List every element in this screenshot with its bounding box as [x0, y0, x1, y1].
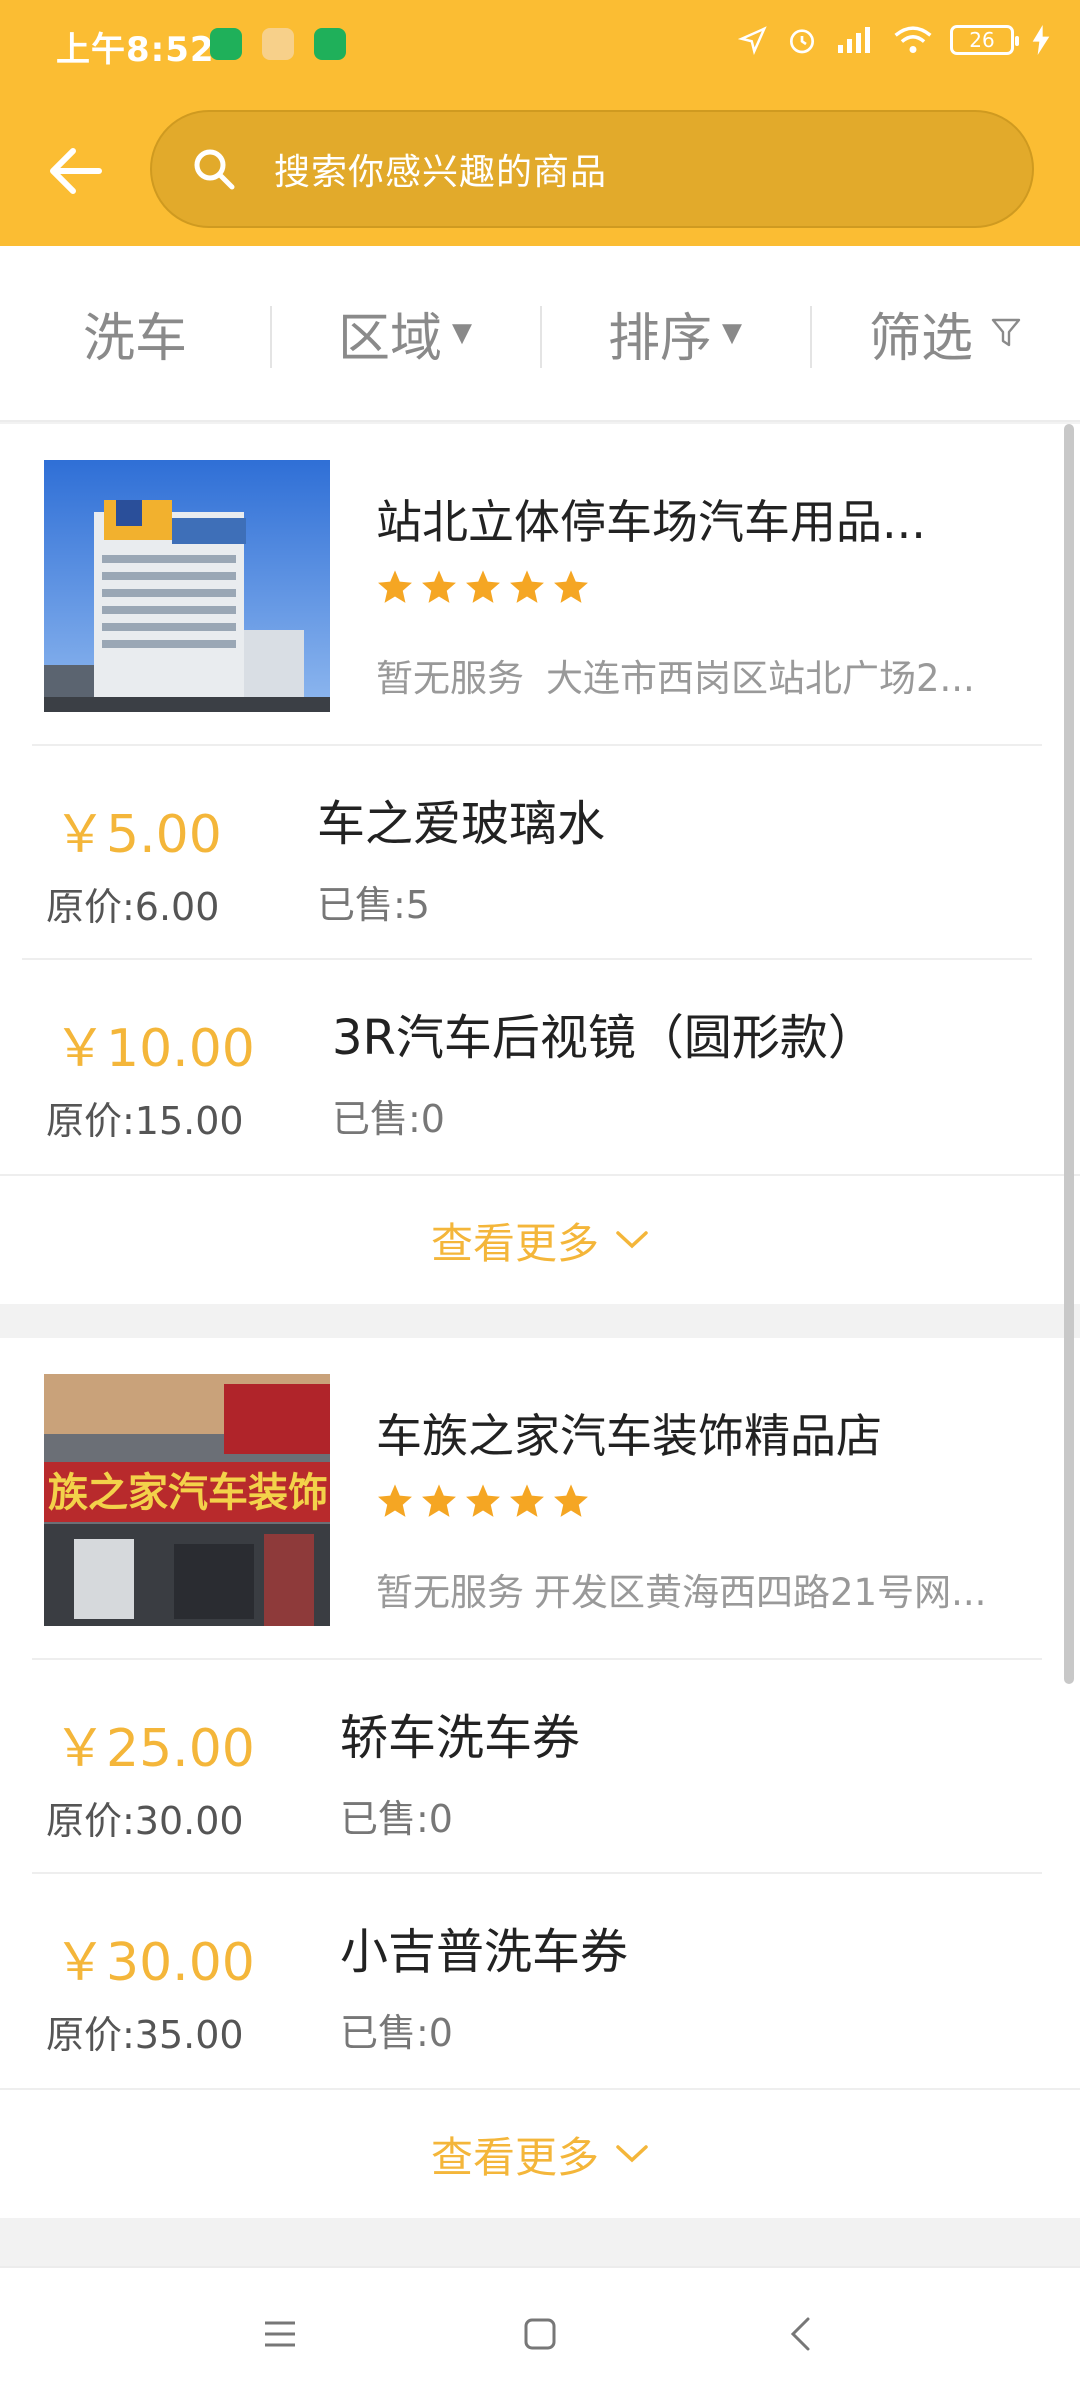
location-icon: [738, 26, 767, 55]
phone-notification-icon: [314, 28, 346, 60]
filter-bar: 洗车 区域 ▼ 排序 ▼ 筛选: [0, 246, 1080, 422]
filter-category-label: 洗车: [82, 308, 187, 369]
view-more-label: 查看更多: [430, 1218, 599, 1268]
shop-service-status: 暂无服务: [376, 1571, 524, 1614]
shop-photo: 族之家汽车装饰: [44, 1374, 330, 1626]
shop-service-status: 暂无服务: [376, 657, 524, 700]
product-name: 小吉普洗车券: [340, 1924, 629, 1980]
home-square-icon: [524, 2318, 556, 2350]
filter-category[interactable]: 洗车: [0, 246, 270, 420]
star-icon: [510, 570, 544, 603]
home-button[interactable]: [510, 2304, 570, 2364]
charging-icon: [1032, 25, 1050, 55]
shop-rating: [376, 1482, 590, 1520]
shop-photo: [44, 460, 330, 712]
nav-back-button[interactable]: [770, 2304, 830, 2364]
shop-name: 车族之家汽车装饰精品店: [376, 1409, 882, 1463]
shop-address-text: 开发区黄海西四路21号网...: [534, 1571, 987, 1614]
star-icon: [466, 1484, 500, 1517]
star-icon: [378, 570, 412, 603]
star-icon: [510, 1484, 544, 1517]
menu-icon: [265, 2321, 295, 2347]
app-header: 上午8:52 26 搜索你感兴趣的商品: [0, 0, 1080, 246]
shop-header[interactable]: 站北立体停车场汽车用品... 暂无服务 大连市西岗区站北广场2...: [0, 424, 1080, 742]
caret-down-icon: ▼: [452, 318, 472, 348]
star-icon: [378, 1484, 412, 1517]
product-price: ￥5.00: [54, 805, 222, 865]
status-bar: 上午8:52 26: [0, 0, 1080, 92]
product-price: ￥10.00: [54, 1019, 255, 1079]
back-arrow-icon: [50, 148, 102, 194]
system-nav-bar: [0, 2266, 1080, 2400]
product-original-price: 原价:15.00: [46, 1099, 244, 1143]
product-sold-count: 已售:0: [332, 1097, 445, 1141]
caret-down-icon: ▼: [722, 318, 742, 348]
product-sold-count: 已售:0: [340, 2011, 453, 2055]
search-placeholder: 搜索你感兴趣的商品: [274, 152, 608, 193]
shop-card: 站北立体停车场汽车用品... 暂无服务 大连市西岗区站北广场2... ￥5.00 …: [0, 424, 1080, 1304]
star-icon: [554, 1484, 588, 1517]
product-name: 车之爱玻璃水: [317, 796, 606, 852]
product-original-price: 原价:30.00: [46, 1799, 244, 1843]
filter-options-label: 筛选: [868, 308, 973, 369]
product-original-price: 原价:6.00: [46, 885, 220, 929]
product-sold-count: 已售:0: [340, 1797, 453, 1841]
shop-sign-text: 族之家汽车装饰: [48, 1470, 328, 1516]
scrollbar[interactable]: [1064, 424, 1074, 1684]
product-price: ￥30.00: [54, 1933, 255, 1993]
view-more-button[interactable]: 查看更多: [0, 2088, 1080, 2218]
search-input[interactable]: 搜索你感兴趣的商品: [150, 110, 1034, 228]
star-icon: [422, 1484, 456, 1517]
shop-rating: [376, 568, 590, 606]
shop-address: 暂无服务 大连市西岗区站北广场2...: [376, 648, 1036, 702]
shop-address-text: 大连市西岗区站北广场2...: [546, 657, 975, 700]
funnel-icon: [991, 318, 1021, 347]
alarm-icon: [790, 29, 814, 54]
product-row[interactable]: ￥10.00 原价:15.00 3R汽车后视镜（圆形款） 已售:0: [22, 958, 1032, 1172]
signal-icon: [838, 27, 870, 53]
battery-icon: 26: [950, 25, 1019, 55]
product-row[interactable]: ￥5.00 原价:6.00 车之爱玻璃水 已售:5: [32, 744, 1042, 958]
search-icon: [194, 149, 235, 190]
product-row[interactable]: ￥30.00 原价:35.00 小吉普洗车券 已售:0: [32, 1872, 1042, 2086]
chevron-down-icon: [616, 2145, 648, 2163]
filter-area[interactable]: 区域 ▼: [270, 246, 540, 420]
back-button[interactable]: [40, 136, 110, 206]
filter-area-label: 区域: [337, 308, 442, 369]
product-original-price: 原价:35.00: [46, 2013, 244, 2057]
view-more-label: 查看更多: [430, 2132, 599, 2182]
shop-card: 族之家汽车装饰 车族之家汽车装饰精品店 暂无服务 开发区黄海西四路21号网... …: [0, 1338, 1080, 2218]
status-time: 上午8:52: [56, 30, 215, 70]
filter-sort-label: 排序: [607, 308, 712, 369]
view-more-button[interactable]: 查看更多: [0, 1174, 1080, 1304]
product-price: ￥25.00: [54, 1719, 255, 1779]
product-sold-count: 已售:5: [317, 883, 430, 927]
filter-sort[interactable]: 排序 ▼: [540, 246, 810, 420]
chevron-left-icon: [790, 2317, 810, 2351]
shop-address: 暂无服务 开发区黄海西四路21号网...: [376, 1562, 1036, 1616]
menu-button[interactable]: [250, 2304, 310, 2364]
filter-options[interactable]: 筛选: [810, 246, 1080, 420]
message-notification-icon: [262, 28, 294, 60]
wifi-icon: [894, 26, 932, 53]
product-row[interactable]: ￥25.00 原价:30.00 轿车洗车券 已售:0: [32, 1658, 1042, 1872]
shop-header[interactable]: 族之家汽车装饰 车族之家汽车装饰精品店 暂无服务 开发区黄海西四路21号网...: [0, 1338, 1080, 1656]
product-name: 轿车洗车券: [340, 1710, 581, 1766]
star-icon: [466, 570, 500, 603]
star-icon: [422, 570, 456, 603]
star-icon: [554, 570, 588, 603]
status-icons: 26: [738, 24, 1050, 56]
product-name: 3R汽车后视镜（圆形款）: [332, 1010, 876, 1066]
chevron-down-icon: [616, 1231, 648, 1249]
app-notification-icon: [210, 28, 242, 60]
shop-name: 站北立体停车场汽车用品...: [376, 495, 926, 549]
